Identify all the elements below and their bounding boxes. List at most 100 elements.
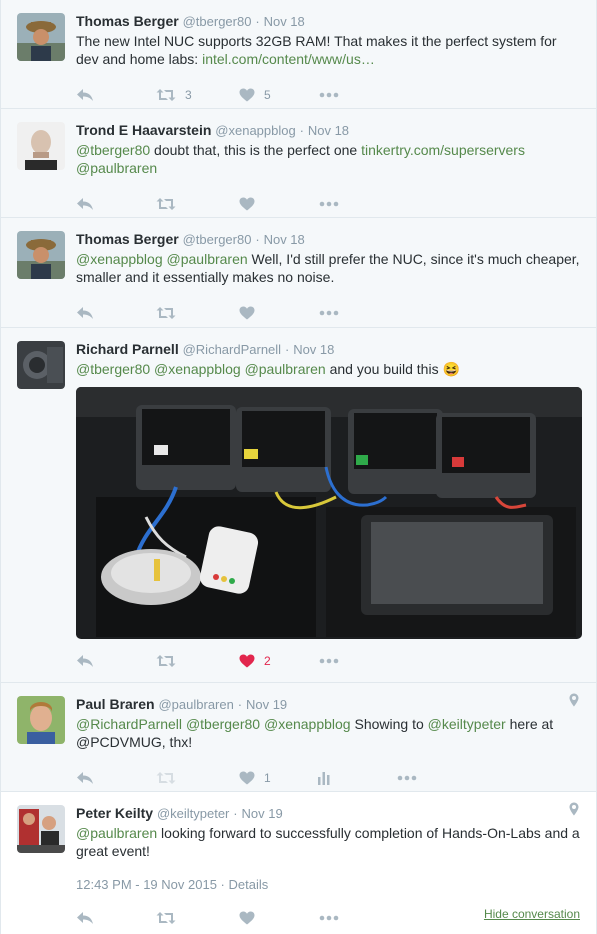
author-handle[interactable]: @tberger80 <box>183 14 252 29</box>
text-segment: Showing to <box>350 716 428 732</box>
tweet[interactable]: Paul Braren @paulbraren · Nov 19 @Richar… <box>1 683 596 792</box>
avatar[interactable] <box>17 696 65 744</box>
reply-icon <box>77 772 93 784</box>
more-icon <box>319 658 339 664</box>
reply-button[interactable] <box>76 88 156 102</box>
mention-link[interactable]: @tberger80 <box>76 361 150 377</box>
tweet-actions <box>76 295 580 331</box>
tweet-date[interactable]: Nov 18 <box>308 123 349 138</box>
tweet-date[interactable]: Nov 18 <box>264 14 305 29</box>
tweet[interactable]: Trond E Haavarstein @xenappblog · Nov 18… <box>1 109 596 218</box>
avatar[interactable] <box>17 805 65 853</box>
text-segment: doubt that, this is the perfect one <box>150 142 362 158</box>
details-link[interactable]: Details <box>228 877 268 892</box>
hide-conversation-link[interactable]: Hide conversation <box>484 907 580 921</box>
tweet[interactable]: Thomas Berger @tberger80 · Nov 18 @xenap… <box>1 218 596 328</box>
tweet-header: Trond E Haavarstein @xenappblog · Nov 18 <box>76 121 580 139</box>
more-button[interactable] <box>319 92 339 98</box>
reply-icon <box>77 912 93 924</box>
tweet-date[interactable]: Nov 19 <box>246 697 287 712</box>
tweet-focused[interactable]: Peter Keilty @keiltypeter · Nov 19 @paul… <box>1 792 596 934</box>
author-handle[interactable]: @paulbraren <box>158 697 233 712</box>
mention-link[interactable]: @tberger80 <box>186 716 260 732</box>
more-button[interactable] <box>319 915 339 921</box>
author-name[interactable]: Peter Keilty <box>76 805 153 821</box>
more-button[interactable] <box>319 658 339 664</box>
tweet[interactable]: Richard Parnell @RichardParnell · Nov 18… <box>1 328 596 683</box>
author-name[interactable]: Paul Braren <box>76 696 155 712</box>
heart-icon <box>239 306 255 320</box>
like-count: 5 <box>264 88 271 102</box>
tweet-photo[interactable] <box>76 387 582 639</box>
retweet-button[interactable]: 3 <box>156 88 239 102</box>
reply-button[interactable] <box>76 771 156 785</box>
author-handle[interactable]: @RichardParnell <box>183 342 281 357</box>
author-name[interactable]: Richard Parnell <box>76 341 179 357</box>
mention-link[interactable]: @keiltypeter <box>428 716 506 732</box>
avatar[interactable] <box>17 231 65 279</box>
like-count: 2 <box>264 654 271 668</box>
author-name[interactable]: Thomas Berger <box>76 231 179 247</box>
author-handle[interactable]: @keiltypeter <box>157 806 229 821</box>
mention-link[interactable]: @xenappblog <box>264 716 351 732</box>
timestamp-text[interactable]: 12:43 PM - 19 Nov 2015 <box>76 877 217 892</box>
tweet-date[interactable]: Nov 18 <box>293 342 334 357</box>
mention-link[interactable]: @paulbraren <box>76 825 157 841</box>
retweet-button[interactable] <box>156 911 239 925</box>
location-pin-icon[interactable] <box>569 802 579 816</box>
author-handle[interactable]: @xenappblog <box>215 123 295 138</box>
author-name[interactable]: Thomas Berger <box>76 13 179 29</box>
more-button[interactable] <box>319 310 339 316</box>
mention-link[interactable]: @paulbraren <box>245 361 326 377</box>
retweet-button[interactable] <box>156 654 239 668</box>
author-handle[interactable]: @tberger80 <box>183 232 252 247</box>
like-button[interactable] <box>239 911 319 925</box>
like-button[interactable] <box>239 306 319 320</box>
separator: · <box>255 232 260 247</box>
retweet-button[interactable] <box>156 197 239 211</box>
tweet-timestamp: 12:43 PM - 19 Nov 2015 · Details <box>76 876 580 894</box>
reply-button[interactable] <box>76 197 156 211</box>
url-link[interactable]: tinkertry.com/superservers <box>361 142 525 158</box>
avatar[interactable] <box>17 341 65 389</box>
heart-icon <box>239 88 255 102</box>
tweet[interactable]: Thomas Berger @tberger80 · Nov 18 The ne… <box>1 0 596 109</box>
more-icon <box>319 201 339 207</box>
mention-link[interactable]: @tberger80 <box>76 142 150 158</box>
mention-link[interactable]: @xenappblog <box>154 361 241 377</box>
like-button[interactable]: 1 <box>239 771 317 785</box>
heart-icon <box>239 654 255 668</box>
reply-icon <box>77 198 93 210</box>
avatar[interactable] <box>17 13 65 61</box>
more-icon <box>319 92 339 98</box>
reply-icon <box>77 655 93 667</box>
tweet-text: @tberger80 @xenappblog @paulbraren and y… <box>76 360 580 378</box>
separator: · <box>299 123 304 138</box>
analytics-button[interactable] <box>317 771 397 785</box>
location-pin-icon[interactable] <box>569 693 579 707</box>
tweet-date[interactable]: Nov 19 <box>242 806 283 821</box>
reply-button[interactable] <box>76 911 156 925</box>
tweet-date[interactable]: Nov 18 <box>264 232 305 247</box>
reply-button[interactable] <box>76 654 156 668</box>
more-button[interactable] <box>397 775 417 781</box>
mention-link[interactable]: @paulbraren <box>76 160 157 176</box>
url-link[interactable]: intel.com/content/www/us… <box>202 51 375 67</box>
mention-link[interactable]: @RichardParnell <box>76 716 182 732</box>
separator: · <box>237 697 243 712</box>
conversation-thread: Thomas Berger @tberger80 · Nov 18 The ne… <box>0 0 597 934</box>
mention-link[interactable]: @paulbraren <box>167 251 248 267</box>
like-button[interactable] <box>239 197 319 211</box>
avatar[interactable] <box>17 122 65 170</box>
reply-button[interactable] <box>76 306 156 320</box>
tweet-header: Thomas Berger @tberger80 · Nov 18 <box>76 12 580 30</box>
more-button[interactable] <box>319 201 339 207</box>
like-button[interactable]: 2 <box>239 654 319 668</box>
like-button[interactable]: 5 <box>239 88 319 102</box>
more-icon <box>319 310 339 316</box>
retweet-button[interactable] <box>156 306 239 320</box>
retweet-icon <box>156 89 176 101</box>
retweet-icon <box>156 912 176 924</box>
mention-link[interactable]: @xenappblog <box>76 251 163 267</box>
author-name[interactable]: Trond E Haavarstein <box>76 122 211 138</box>
